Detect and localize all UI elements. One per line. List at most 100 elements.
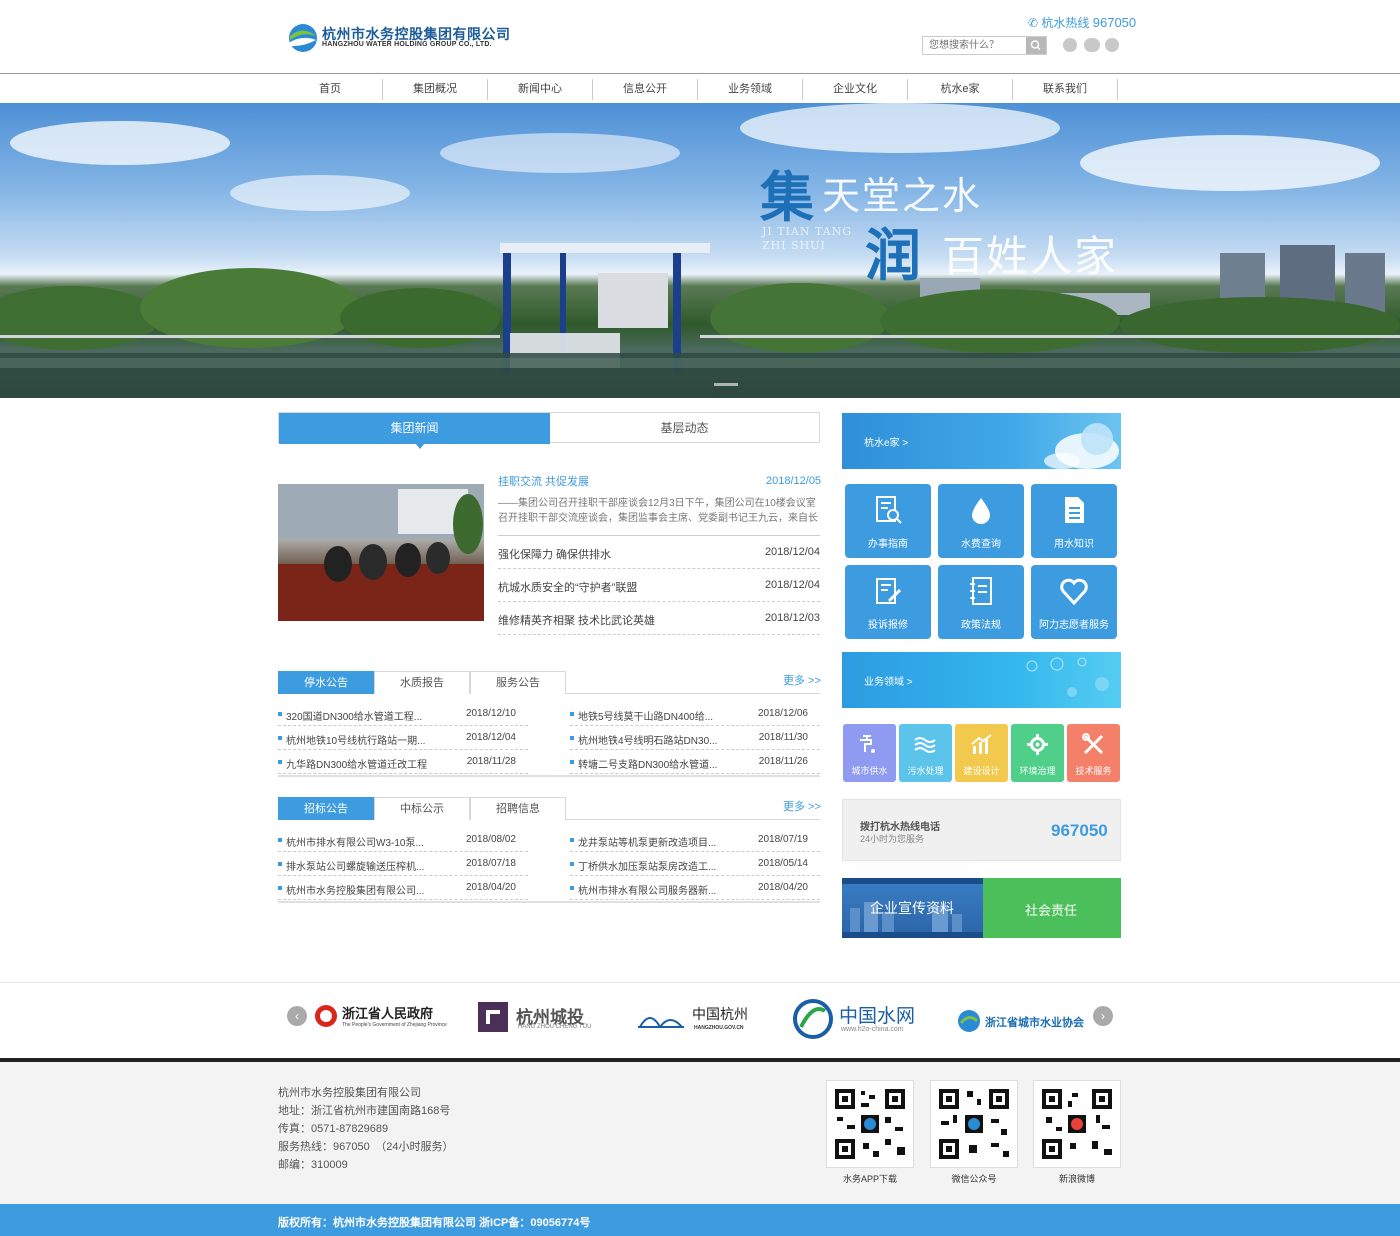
partner-zhejiang-gov[interactable]: 浙江省人民政府 The People's Government of Zheji… [314,997,447,1037]
wechat-icon[interactable] [1084,38,1100,52]
service-label: 政策法规 [961,620,1001,631]
weibo-icon[interactable] [1105,38,1119,52]
partner-h2o-china[interactable]: 中国水网 www.h2o-china.com [793,997,928,1039]
qr-wechat[interactable] [930,1080,1018,1168]
list-item[interactable]: 320国道DN300给水管道工程... 2018/12/10 [278,702,528,726]
policy-regulations[interactable]: 政策法规 [938,565,1024,639]
list-item[interactable]: 丁桥供水加压泵站泵房改造工... 2018/05/14 [570,852,820,876]
nav-news[interactable]: 新闻中心 [488,79,593,100]
copyright-bar: 版权所有：杭州市水务控股集团有限公司 浙ICP备：09056774号 [0,1204,1400,1236]
nav-culture[interactable]: 企业文化 [803,79,908,100]
qq-icon[interactable] [1063,38,1077,52]
document-search-icon [876,496,902,524]
tab-group-news[interactable]: 集团新闻 [279,413,550,444]
search-input[interactable] [923,37,1027,54]
item-date: 2018/05/14 [757,858,808,869]
hero-banner[interactable]: 集 天堂之水 JI TIAN TANG ZHI SHUI 润 百姓人家 [0,103,1400,398]
partner-name: 浙江省城市水业协会 [985,1016,1084,1029]
tab-tender[interactable]: 招标公告 [278,797,374,820]
business-text: 污水处理 [907,766,944,776]
business-tech[interactable]: 技术服务 [1067,724,1120,782]
news-title: 强化保障力 确保供排水 [498,549,612,561]
nav-home[interactable]: 首页 [278,79,383,100]
partner-hangzhou-gov[interactable]: 中国杭州 HANGZHOU.GOV.CN [638,997,763,1037]
slogan-big-1: 集 [760,165,814,229]
item-date: 2018/08/02 [465,834,516,845]
qr-code-icon [1042,1089,1112,1159]
carousel-dot[interactable] [714,383,738,386]
item-date: 2018/12/10 [465,708,516,719]
qr-app-download[interactable] [826,1080,914,1168]
business-environment[interactable]: 环境治理 [1011,724,1064,782]
partner-sub: www.h2o-china.com [841,1026,904,1033]
social-responsibility[interactable]: 社会责任 [983,878,1121,938]
news-title: 杭城水质安全的“守护者”联盟 [498,582,638,594]
section-rule [278,775,820,777]
list-item[interactable]: 转塘二号支路DN300给水管道... 2018/11/26 [570,750,820,774]
complaint-repair[interactable]: 投诉报修 [845,565,931,639]
news-item[interactable]: 强化保障力 确保供排水 2018/12/04 [498,536,820,569]
tab-service-notice[interactable]: 服务公告 [470,671,566,694]
list-item[interactable]: 杭州市水务控股集团有限公司... 2018/04/20 [278,876,528,900]
qr-weibo[interactable] [1033,1080,1121,1168]
slogan-big-2: 润 [865,223,921,289]
list-item[interactable]: 排水泵站公司螺旋输送压榨机... 2018/07/18 [278,852,528,876]
news-item[interactable]: 杭城水质安全的“守护者”联盟 2018/12/04 [498,569,820,602]
partner-sub: HANGZHOU.GOV.CN [694,1025,744,1031]
hotline-subtitle: 24小时为您服务 [860,834,925,844]
company-logo[interactable]: 杭州市水务控股集团有限公司 HANGZHOU WATER HOLDING GRO… [288,20,518,56]
news-date: 2018/12/04 [764,579,820,591]
nav-business[interactable]: 业务领域 [698,79,803,100]
page: 杭州市水务控股集团有限公司 HANGZHOU WATER HOLDING GRO… [0,0,1400,1236]
partner-links: ‹ › 浙江省人民政府 The People's Government of Z… [0,982,1400,1058]
banner-scene [0,103,1400,398]
featured-news-summary: ——集团公司召开挂职干部座谈会12月3日下午，集团公司在10楼会议室召开挂职干部… [498,498,818,524]
heart-icon [1060,578,1088,606]
service-guide[interactable]: 办事指南 [845,484,931,558]
partner-water-association[interactable]: 浙江省城市水业协会 [957,997,1092,1037]
water-fee-query[interactable]: 水费查询 [938,484,1024,558]
volunteer-service[interactable]: 阿力志愿者服务 [1031,565,1117,639]
tab-water-outage[interactable]: 停水公告 [278,671,374,694]
chengtou-logo-icon [478,1002,508,1032]
tab-award[interactable]: 中标公示 [374,797,470,820]
nav-about[interactable]: 集团概况 [383,79,488,100]
business-water-supply[interactable]: 城市供水 [843,724,896,782]
list-item[interactable]: 杭州地铁10号线杭行路站一期... 2018/12/04 [278,726,528,750]
bids-more-link[interactable]: 更多 >> [783,798,821,814]
list-item[interactable]: 杭州市排水有限公司W3-10泵... 2018/08/02 [278,828,528,852]
footer-company: 杭州市水务控股集团有限公司 [278,1087,421,1099]
tab-grassroots[interactable]: 基层动态 [550,413,819,444]
item-title: 转塘二号支路DN300给水管道... [578,760,718,771]
partners-next-button[interactable]: › [1093,1006,1113,1026]
business-design[interactable]: 建设设计 [955,724,1008,782]
item-title: 丁桥供水加压泵站泵房改造工... [578,862,717,873]
search-button[interactable] [1026,37,1046,54]
business-sewage[interactable]: 污水处理 [899,724,952,782]
list-item[interactable]: 杭州地铁4号线明石路站DN30... 2018/11/30 [570,726,820,750]
nav-ehome[interactable]: 杭水e家 [908,79,1013,100]
section-rule [278,901,820,903]
news-item[interactable]: 维修精英齐相聚 技术比武论英雄 2018/12/03 [498,602,820,635]
promo-materials[interactable]: 企业宣传资料 [842,878,983,938]
nav-disclosure[interactable]: 信息公开 [593,79,698,100]
notices-more-link[interactable]: 更多 >> [783,672,821,688]
tab-water-quality[interactable]: 水质报告 [374,671,470,694]
partners-prev-button[interactable]: ‹ [287,1006,307,1026]
tab-recruit[interactable]: 招聘信息 [470,797,566,820]
hotline: ✆ 杭水热线 967050 [1028,14,1136,31]
list-item[interactable]: 龙井泵站等机泵更新改造项目... 2018/07/19 [570,828,820,852]
nav-contact[interactable]: 联系我们 [1013,79,1118,100]
hotline-number-big: 967050 [1051,821,1108,840]
water-knowledge[interactable]: 用水知识 [1031,484,1117,558]
partner-hangzhou-chengtou[interactable]: 杭州城投 HANG ZHOU CHENG TOU [478,997,608,1037]
news-featured-image[interactable] [278,484,484,621]
ehome-banner[interactable]: 杭水e家 > [842,413,1121,469]
featured-news-title[interactable]: 挂职交流 共促发展 [498,473,589,489]
hotline-box[interactable]: 拨打杭水热线电话 24小时为您服务 967050 [842,799,1121,861]
list-item[interactable]: 杭州市排水有限公司服务器新... 2018/04/20 [570,876,820,900]
list-item[interactable]: 九华路DN300给水管道迁改工程 2018/11/28 [278,750,528,774]
list-item[interactable]: 地铁5号线莫干山路DN400给... 2018/12/06 [570,702,820,726]
business-banner[interactable]: 业务领域 > [842,652,1121,708]
footer-fax: 传真：0571-87829689 [278,1123,389,1135]
